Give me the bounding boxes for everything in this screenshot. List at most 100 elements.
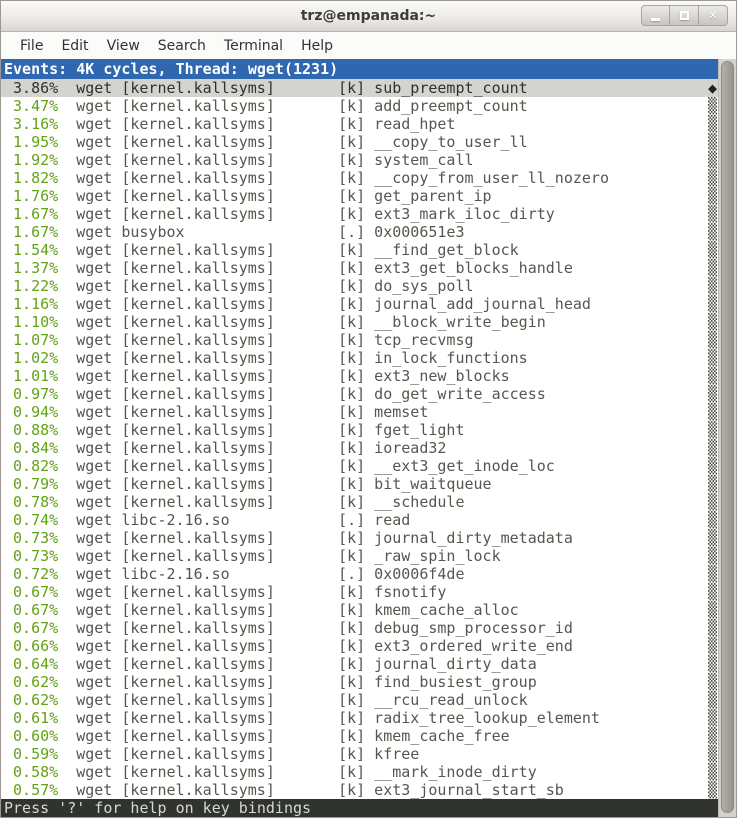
perf-row[interactable]: 3.86% wget [kernel.kallsyms] [k] sub_pre… [1,79,718,97]
perf-row[interactable]: 0.88% wget [kernel.kallsyms] [k] fget_li… [1,421,718,439]
menu-file[interactable]: File [11,35,52,57]
perf-row[interactable]: 0.78% wget [kernel.kallsyms] [k] __sched… [1,493,718,511]
perf-status-bar: Press '?' for help on key bindings [1,799,718,817]
command-name: wget [76,133,112,151]
overhead-percent: 1.82% [4,169,58,187]
symbol-name: journal_add_journal_head [374,295,591,313]
perf-row[interactable]: 0.62% wget [kernel.kallsyms] [k] find_bu… [1,673,718,691]
symbol-name: bit_waitqueue [374,475,491,493]
privilege-level: [k] [338,367,365,385]
shared-object: [kernel.kallsyms] [121,79,338,97]
perf-row[interactable]: 0.82% wget [kernel.kallsyms] [k] __ext3_… [1,457,718,475]
perf-row[interactable]: 1.67% wget [kernel.kallsyms] [k] ext3_ma… [1,205,718,223]
privilege-level: [.] [338,511,365,529]
minimize-button[interactable] [641,5,670,26]
privilege-level: [k] [338,241,365,259]
perf-row[interactable]: 0.59% wget [kernel.kallsyms] [k] kfree ▒ [1,745,718,763]
maximize-button[interactable] [670,5,699,26]
perf-row[interactable]: 1.67% wget busybox [.] 0x000651e3 ▒ [1,223,718,241]
perf-row[interactable]: 0.74% wget libc-2.16.so [.] read ▒ [1,511,718,529]
command-name: wget [76,745,112,763]
privilege-level: [k] [338,673,365,691]
symbol-name: fget_light [374,421,464,439]
terminal-window: trz@empanada:~ ✕ File Edit View Search T… [0,0,737,818]
perf-row[interactable]: 0.60% wget [kernel.kallsyms] [k] kmem_ca… [1,727,718,745]
shared-object: [kernel.kallsyms] [121,169,338,187]
perf-row[interactable]: 0.94% wget [kernel.kallsyms] [k] memset … [1,403,718,421]
overhead-percent: 0.62% [4,673,58,691]
perf-row[interactable]: 1.95% wget [kernel.kallsyms] [k] __copy_… [1,133,718,151]
scrollbar[interactable] [718,59,736,817]
perf-row[interactable]: 1.07% wget [kernel.kallsyms] [k] tcp_rec… [1,331,718,349]
perf-row[interactable]: 0.97% wget [kernel.kallsyms] [k] do_get_… [1,385,718,403]
perf-row[interactable]: 3.47% wget [kernel.kallsyms] [k] add_pre… [1,97,718,115]
perf-row[interactable]: 0.72% wget libc-2.16.so [.] 0x0006f4de ▒ [1,565,718,583]
perf-row[interactable]: 0.73% wget [kernel.kallsyms] [k] journal… [1,529,718,547]
scroll-track-cell: ▒ [708,565,717,583]
perf-row[interactable]: 1.92% wget [kernel.kallsyms] [k] system_… [1,151,718,169]
overhead-percent: 0.73% [4,547,58,565]
privilege-level: [k] [338,655,365,673]
perf-row[interactable]: 1.54% wget [kernel.kallsyms] [k] __find_… [1,241,718,259]
perf-row[interactable]: 1.82% wget [kernel.kallsyms] [k] __copy_… [1,169,718,187]
perf-rows: 3.86% wget [kernel.kallsyms] [k] sub_pre… [1,79,718,799]
command-name: wget [76,601,112,619]
overhead-percent: 0.57% [4,781,58,799]
perf-row[interactable]: 1.10% wget [kernel.kallsyms] [k] __block… [1,313,718,331]
symbol-name: __schedule [374,493,464,511]
perf-row[interactable]: 0.61% wget [kernel.kallsyms] [k] radix_t… [1,709,718,727]
perf-row[interactable]: 0.64% wget [kernel.kallsyms] [k] journal… [1,655,718,673]
perf-row[interactable]: 1.76% wget [kernel.kallsyms] [k] get_par… [1,187,718,205]
perf-row[interactable]: 1.02% wget [kernel.kallsyms] [k] in_lock… [1,349,718,367]
privilege-level: [k] [338,151,365,169]
command-name: wget [76,241,112,259]
command-name: wget [76,547,112,565]
window-title: trz@empanada:~ [301,8,437,24]
shared-object: [kernel.kallsyms] [121,475,338,493]
perf-row[interactable]: 0.67% wget [kernel.kallsyms] [k] fsnotif… [1,583,718,601]
scroll-track-cell: ▒ [708,727,717,745]
perf-row[interactable]: 1.16% wget [kernel.kallsyms] [k] journal… [1,295,718,313]
perf-row[interactable]: 0.79% wget [kernel.kallsyms] [k] bit_wai… [1,475,718,493]
menu-search[interactable]: Search [149,35,215,57]
perf-row[interactable]: 1.01% wget [kernel.kallsyms] [k] ext3_ne… [1,367,718,385]
privilege-level: [k] [338,331,365,349]
scroll-track-cell: ▒ [708,529,717,547]
perf-row[interactable]: 1.37% wget [kernel.kallsyms] [k] ext3_ge… [1,259,718,277]
menu-terminal[interactable]: Terminal [215,35,292,57]
scroll-track-cell: ▒ [708,655,717,673]
privilege-level: [k] [338,439,365,457]
perf-row[interactable]: 0.57% wget [kernel.kallsyms] [k] ext3_jo… [1,781,718,799]
perf-row[interactable]: 0.73% wget [kernel.kallsyms] [k] _raw_sp… [1,547,718,565]
shared-object: [kernel.kallsyms] [121,601,338,619]
menu-view[interactable]: View [98,35,149,57]
titlebar[interactable]: trz@empanada:~ ✕ [1,1,736,32]
perf-row[interactable]: 0.67% wget [kernel.kallsyms] [k] kmem_ca… [1,601,718,619]
perf-row[interactable]: 3.16% wget [kernel.kallsyms] [k] read_hp… [1,115,718,133]
privilege-level: [k] [338,781,365,799]
overhead-percent: 0.66% [4,637,58,655]
symbol-name: _raw_spin_lock [374,547,500,565]
symbol-name: sub_preempt_count [374,79,528,97]
perf-row[interactable]: 1.22% wget [kernel.kallsyms] [k] do_sys_… [1,277,718,295]
command-name: wget [76,187,112,205]
shared-object: [kernel.kallsyms] [121,673,338,691]
menu-help[interactable]: Help [292,35,342,57]
close-button[interactable]: ✕ [699,5,728,26]
shared-object: [kernel.kallsyms] [121,133,338,151]
scrollbar-thumb[interactable] [721,61,734,813]
perf-row[interactable]: 0.62% wget [kernel.kallsyms] [k] __rcu_r… [1,691,718,709]
overhead-percent: 0.64% [4,655,58,673]
perf-row[interactable]: 0.84% wget [kernel.kallsyms] [k] ioread3… [1,439,718,457]
menu-edit[interactable]: Edit [52,35,97,57]
scroll-track-cell: ▒ [708,547,717,565]
perf-row[interactable]: 0.67% wget [kernel.kallsyms] [k] debug_s… [1,619,718,637]
overhead-percent: 0.58% [4,763,58,781]
perf-row[interactable]: 0.66% wget [kernel.kallsyms] [k] ext3_or… [1,637,718,655]
privilege-level: [k] [338,493,365,511]
perf-row[interactable]: 0.58% wget [kernel.kallsyms] [k] __mark_… [1,763,718,781]
shared-object: [kernel.kallsyms] [121,655,338,673]
symbol-name: tcp_recvmsg [374,331,473,349]
shared-object: [kernel.kallsyms] [121,439,338,457]
terminal-screen[interactable]: Events: 4K cycles, Thread: wget(1231) 3.… [1,59,718,817]
